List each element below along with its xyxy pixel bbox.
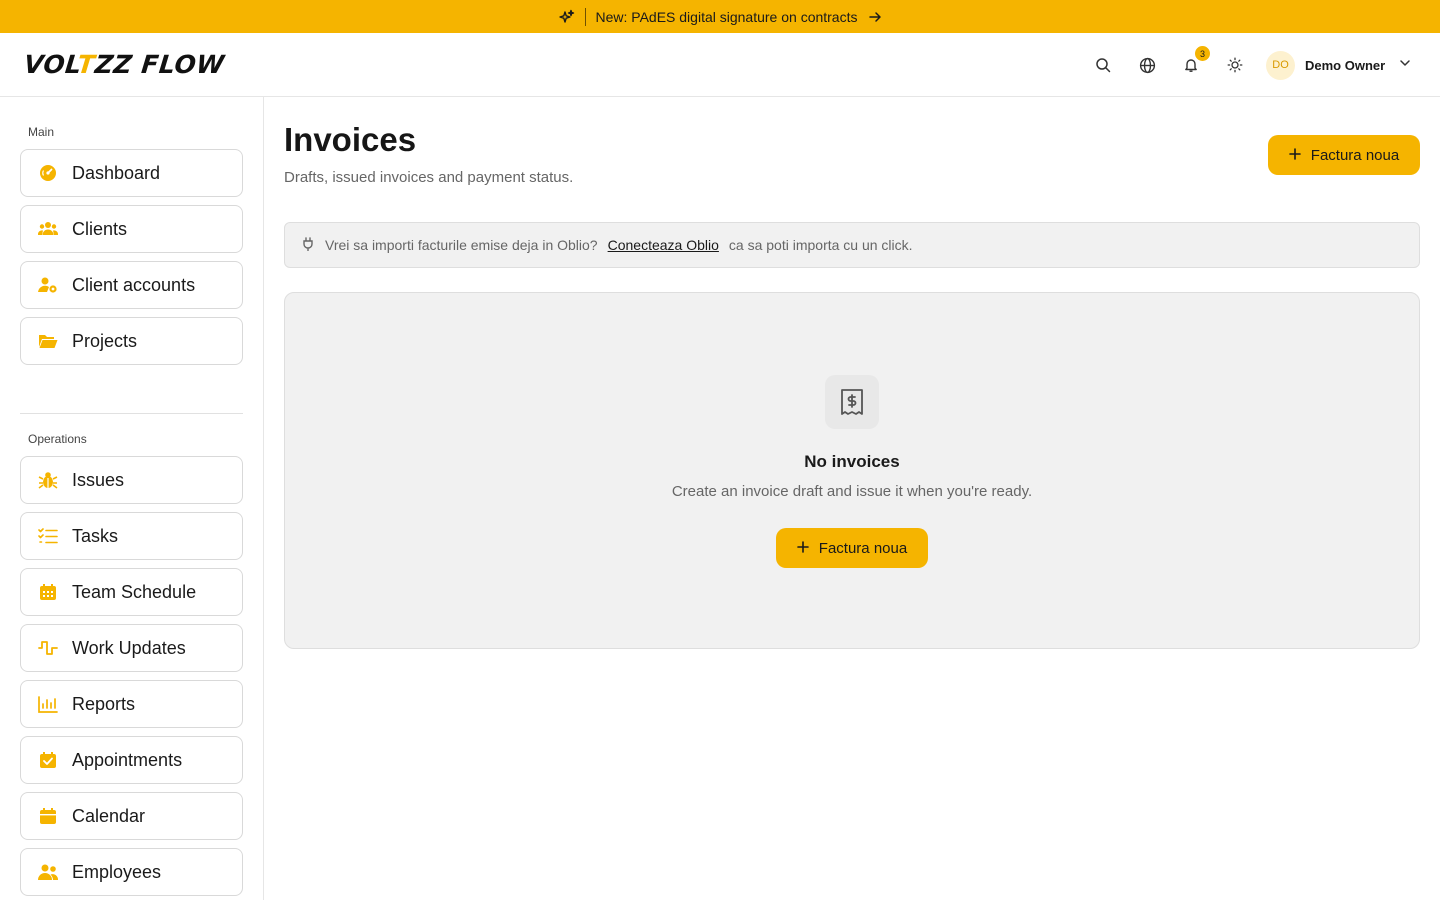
bug-icon bbox=[38, 470, 58, 490]
new-invoice-button[interactable]: Factura noua bbox=[1268, 135, 1420, 175]
announcement-bar[interactable]: New: PAdES digital signature on contract… bbox=[0, 0, 1440, 33]
empty-state-panel: No invoices Create an invoice draft and … bbox=[284, 292, 1420, 649]
announcement-divider bbox=[584, 7, 586, 26]
receipt-dollar-icon bbox=[825, 375, 879, 429]
announcement-text[interactable]: New: PAdES digital signature on contract… bbox=[596, 9, 858, 25]
sidebar-item-label: Projects bbox=[72, 330, 138, 351]
sidebar-item-label: Clients bbox=[72, 218, 128, 239]
sun-icon[interactable] bbox=[1223, 53, 1247, 77]
sidebar-item-employees[interactable]: Employees bbox=[20, 848, 243, 896]
sidebar-item-reports[interactable]: Reports bbox=[20, 680, 243, 728]
notifications-badge: 3 bbox=[1195, 46, 1210, 61]
page-title: Invoices bbox=[284, 121, 417, 158]
user-menu[interactable]: DO Demo Owner bbox=[1266, 49, 1411, 81]
sidebar-item-label: Work Updates bbox=[72, 637, 186, 658]
page-subtitle: Drafts, issued invoices and payment stat… bbox=[284, 169, 574, 186]
sparkles-icon bbox=[558, 9, 575, 25]
empty-state-title: No invoices bbox=[804, 452, 900, 471]
plug-icon bbox=[301, 236, 315, 254]
avatar: DO bbox=[1266, 50, 1295, 80]
sidebar-item-label: Employees bbox=[72, 861, 162, 882]
people-icon bbox=[38, 862, 58, 882]
sidebar-item-projects[interactable]: Projects bbox=[20, 317, 243, 365]
sidebar-item-label: Issues bbox=[72, 469, 125, 490]
sidebar-section-main: Main bbox=[28, 125, 55, 139]
pulse-icon bbox=[38, 638, 58, 658]
sidebar-item-label: Team Schedule bbox=[72, 581, 197, 602]
sidebar-item-dashboard[interactable]: Dashboard bbox=[20, 149, 243, 197]
bar-chart-icon bbox=[38, 694, 58, 714]
plus-icon bbox=[796, 540, 809, 557]
sidebar-item-tasks[interactable]: Tasks bbox=[20, 512, 243, 560]
plus-icon bbox=[1288, 147, 1301, 164]
sidebar-item-label: Reports bbox=[72, 693, 136, 714]
sidebar-divider bbox=[20, 413, 243, 414]
oblio-import-banner: Vrei sa importi facturile emise deja in … bbox=[284, 222, 1420, 268]
sidebar-item-team-schedule[interactable]: Team Schedule bbox=[20, 568, 243, 616]
list-check-icon bbox=[38, 526, 58, 546]
user-name: Demo Owner bbox=[1305, 57, 1386, 73]
empty-new-invoice-button[interactable]: Factura noua bbox=[776, 528, 928, 568]
gauge-icon bbox=[38, 163, 58, 183]
sidebar-item-label: Tasks bbox=[72, 525, 119, 546]
calendar-grid-icon bbox=[38, 582, 58, 602]
empty-state-subtitle: Create an invoice draft and issue it whe… bbox=[671, 483, 1033, 500]
sidebar-item-label: Client accounts bbox=[72, 274, 196, 295]
oblio-import-suffix: ca sa poti importa cu un click. bbox=[728, 237, 913, 253]
top-header: VOLTZZ FLOW 3 DO Demo Owner bbox=[0, 33, 1440, 97]
arrow-right-icon[interactable] bbox=[868, 10, 882, 24]
calendar-icon bbox=[38, 806, 58, 826]
empty-new-invoice-label: Factura noua bbox=[818, 539, 908, 557]
app-logo[interactable]: VOLTZZ FLOW bbox=[22, 50, 226, 80]
sidebar-item-label: Appointments bbox=[72, 749, 183, 770]
sidebar-item-appointments[interactable]: Appointments bbox=[20, 736, 243, 784]
users-icon bbox=[38, 219, 58, 239]
sidebar-item-label: Calendar bbox=[72, 805, 146, 826]
calendar-check-icon bbox=[38, 750, 58, 770]
oblio-import-text: Vrei sa importi facturile emise deja in … bbox=[325, 237, 598, 253]
sidebar-item-label: Dashboard bbox=[72, 162, 161, 183]
sidebar-item-work-updates[interactable]: Work Updates bbox=[20, 624, 243, 672]
chevron-down-icon bbox=[1399, 56, 1411, 74]
sidebar-item-clients[interactable]: Clients bbox=[20, 205, 243, 253]
search-icon[interactable] bbox=[1091, 53, 1115, 77]
folder-open-icon bbox=[38, 331, 58, 351]
sidebar: Main Dashboard Clients Client accounts P… bbox=[0, 97, 264, 900]
sidebar-item-issues[interactable]: Issues bbox=[20, 456, 243, 504]
new-invoice-label: Factura noua bbox=[1310, 146, 1400, 164]
user-gear-icon bbox=[38, 275, 58, 295]
sidebar-item-client-accounts[interactable]: Client accounts bbox=[20, 261, 243, 309]
sidebar-item-calendar[interactable]: Calendar bbox=[20, 792, 243, 840]
sidebar-section-operations: Operations bbox=[28, 432, 87, 446]
notifications-bell-icon[interactable]: 3 bbox=[1179, 46, 1210, 77]
connect-oblio-link[interactable]: Conecteaza Oblio bbox=[608, 237, 719, 253]
globe-icon[interactable] bbox=[1135, 53, 1159, 77]
